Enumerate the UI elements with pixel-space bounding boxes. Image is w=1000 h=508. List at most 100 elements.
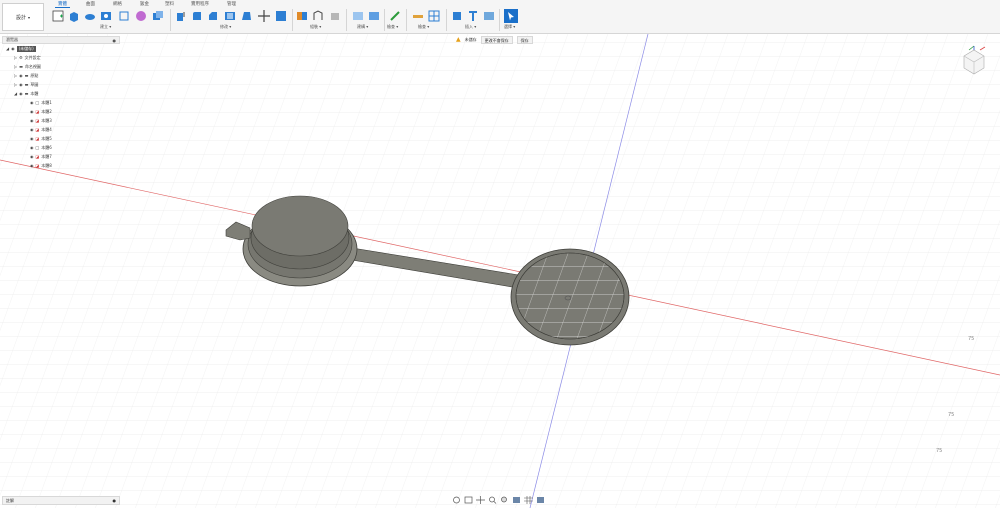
eye-icon[interactable]: ◉ <box>19 82 23 87</box>
tab-manage[interactable]: 管理 <box>224 1 239 8</box>
measure-icon[interactable] <box>389 10 401 22</box>
tab-mesh[interactable]: 網格 <box>110 1 125 8</box>
align-icon[interactable] <box>275 10 287 22</box>
divider <box>292 9 293 31</box>
eye-icon[interactable]: ◉ <box>11 46 15 51</box>
tab-plastic[interactable]: 塑料 <box>162 1 177 8</box>
section-analysis-icon[interactable] <box>428 10 440 22</box>
body-item[interactable]: ◉ ◪ 本體8 <box>2 161 120 170</box>
expand-arrow-icon[interactable]: ▷ <box>14 55 17 60</box>
interference-icon[interactable] <box>412 10 424 22</box>
construct-menu[interactable]: 建構 ▾ <box>357 24 368 30</box>
browser-item-sketches[interactable]: ▷ ◉ ▬ 草圖 <box>2 80 120 89</box>
eye-icon[interactable]: ◉ <box>30 100 34 105</box>
orbit-icon[interactable] <box>452 496 461 504</box>
display-settings-icon[interactable] <box>512 496 521 504</box>
eye-icon[interactable]: ◉ <box>30 118 34 123</box>
body-item[interactable]: ◉ ◪ 本體5 <box>2 134 120 143</box>
body-icon: ◪ <box>35 163 40 168</box>
body-icon: □ <box>35 100 40 105</box>
insert-mesh-icon[interactable] <box>467 10 479 22</box>
browser-item-bodies[interactable]: ◢ ◉ ▬ 本體 <box>2 89 120 98</box>
chevron-down-icon: ▾ <box>28 14 31 20</box>
chamfer-icon[interactable] <box>207 10 219 22</box>
expand-arrow-icon[interactable]: ▷ <box>14 64 17 69</box>
inspect-menu[interactable]: 檢查 ▾ <box>387 24 398 30</box>
combine-icon[interactable] <box>152 10 164 22</box>
save-button[interactable]: 保存 <box>516 35 533 44</box>
body-item[interactable]: ◉ □ 本體1 <box>2 98 120 107</box>
draft-icon[interactable] <box>240 10 252 22</box>
browser-item-document-settings[interactable]: ▷ ⚙ 文件設定 <box>2 53 120 62</box>
joint-origin-icon[interactable] <box>329 10 341 22</box>
body-item[interactable]: ◉ □ 本體6 <box>2 143 120 152</box>
insert-menu[interactable]: 插入 ▾ <box>465 24 476 30</box>
body-item[interactable]: ◉ ◪ 本體3 <box>2 116 120 125</box>
eye-icon[interactable]: ◉ <box>19 73 23 78</box>
zoom-icon[interactable] <box>488 496 497 504</box>
insert-canvas-icon[interactable] <box>483 10 495 22</box>
expand-arrow-icon[interactable]: ▷ <box>14 82 17 87</box>
browser-root[interactable]: ◢ ◉ (未儲存) <box>2 44 120 53</box>
shell-icon[interactable] <box>224 10 236 22</box>
body-item[interactable]: ◉ ◪ 本體7 <box>2 152 120 161</box>
eye-icon[interactable]: ◉ <box>30 163 34 168</box>
comments-panel[interactable]: 註解 ● <box>2 496 120 505</box>
tab-utilities[interactable]: 實用程序 <box>188 1 212 8</box>
eye-icon[interactable]: ◉ <box>30 145 34 150</box>
pan-icon[interactable] <box>476 495 485 504</box>
select-menu[interactable]: 選擇 ▾ <box>504 24 515 30</box>
new-component-icon[interactable] <box>52 10 64 22</box>
create-menu[interactable]: 建立 ▾ <box>100 24 111 30</box>
fillet-icon[interactable] <box>191 10 203 22</box>
new-joint-icon[interactable] <box>296 10 308 22</box>
body-item[interactable]: ◉ ◪ 本體4 <box>2 125 120 134</box>
unsaved-message: 更改不會保存 <box>480 35 513 44</box>
add-comment-icon[interactable]: ● <box>113 498 117 503</box>
pin-icon[interactable]: ● <box>113 38 117 43</box>
browser-item-named-views[interactable]: ▷ ▬ 命名視圖 <box>2 62 120 71</box>
eye-icon[interactable]: ◉ <box>30 109 34 114</box>
tab-solid[interactable]: 實體 <box>55 1 70 8</box>
axis-tick-label: 75 <box>936 448 942 454</box>
select-cursor-icon[interactable] <box>504 9 518 23</box>
eye-icon[interactable]: ◉ <box>19 91 23 96</box>
folder-icon: ▬ <box>19 64 23 69</box>
eye-icon[interactable]: ◉ <box>30 127 34 132</box>
tab-surface[interactable]: 曲面 <box>83 1 98 8</box>
eye-icon[interactable]: ◉ <box>30 154 34 159</box>
insert-derive-icon[interactable] <box>451 10 463 22</box>
assemble-menu[interactable]: 組裝 ▾ <box>310 24 321 30</box>
press-pull-icon[interactable] <box>175 10 187 22</box>
unsaved-notification: ▲ 未儲存 更改不會保存 保存 <box>456 35 533 44</box>
as-built-joint-icon[interactable] <box>312 10 324 22</box>
hole-icon[interactable] <box>100 10 112 22</box>
plane-angle-icon[interactable] <box>368 10 380 22</box>
collapse-arrow-icon[interactable]: ◢ <box>6 46 9 51</box>
browser-item-origin[interactable]: ▷ ◉ ▬ 原點 <box>2 71 120 80</box>
browser-header[interactable]: 瀏覽器 ● <box>2 36 120 44</box>
extrude-icon[interactable] <box>68 10 80 22</box>
axis-tick-label: 75 <box>948 412 954 418</box>
grid-settings-icon[interactable] <box>524 495 533 504</box>
unsaved-label: 未儲存 <box>464 36 477 42</box>
sketch-rect-icon[interactable] <box>118 10 130 22</box>
move-icon[interactable] <box>258 10 270 22</box>
gear-icon: ⚙ <box>19 55 23 60</box>
viewports-icon[interactable] <box>536 496 545 504</box>
expand-arrow-icon[interactable]: ▷ <box>14 73 17 78</box>
view-cube[interactable] <box>956 44 992 80</box>
eye-icon[interactable]: ◉ <box>30 136 34 141</box>
modify-menu[interactable]: 修改 ▾ <box>220 24 231 30</box>
body-icon: ◪ <box>35 136 40 141</box>
fit-icon[interactable] <box>500 496 509 504</box>
workspace-dropdown[interactable]: 設計 ▾ <box>2 3 44 31</box>
body-item[interactable]: ◉ ◪ 本體2 <box>2 107 120 116</box>
revolve-icon[interactable] <box>84 10 96 22</box>
look-at-icon[interactable] <box>464 496 473 504</box>
offset-plane-icon[interactable] <box>352 10 364 22</box>
tab-sheet-metal[interactable]: 鈑金 <box>137 1 152 8</box>
viewport-canvas[interactable]: 75 75 75 <box>0 34 1000 508</box>
sphere-icon[interactable] <box>135 10 147 22</box>
collapse-arrow-icon[interactable]: ◢ <box>14 91 17 96</box>
